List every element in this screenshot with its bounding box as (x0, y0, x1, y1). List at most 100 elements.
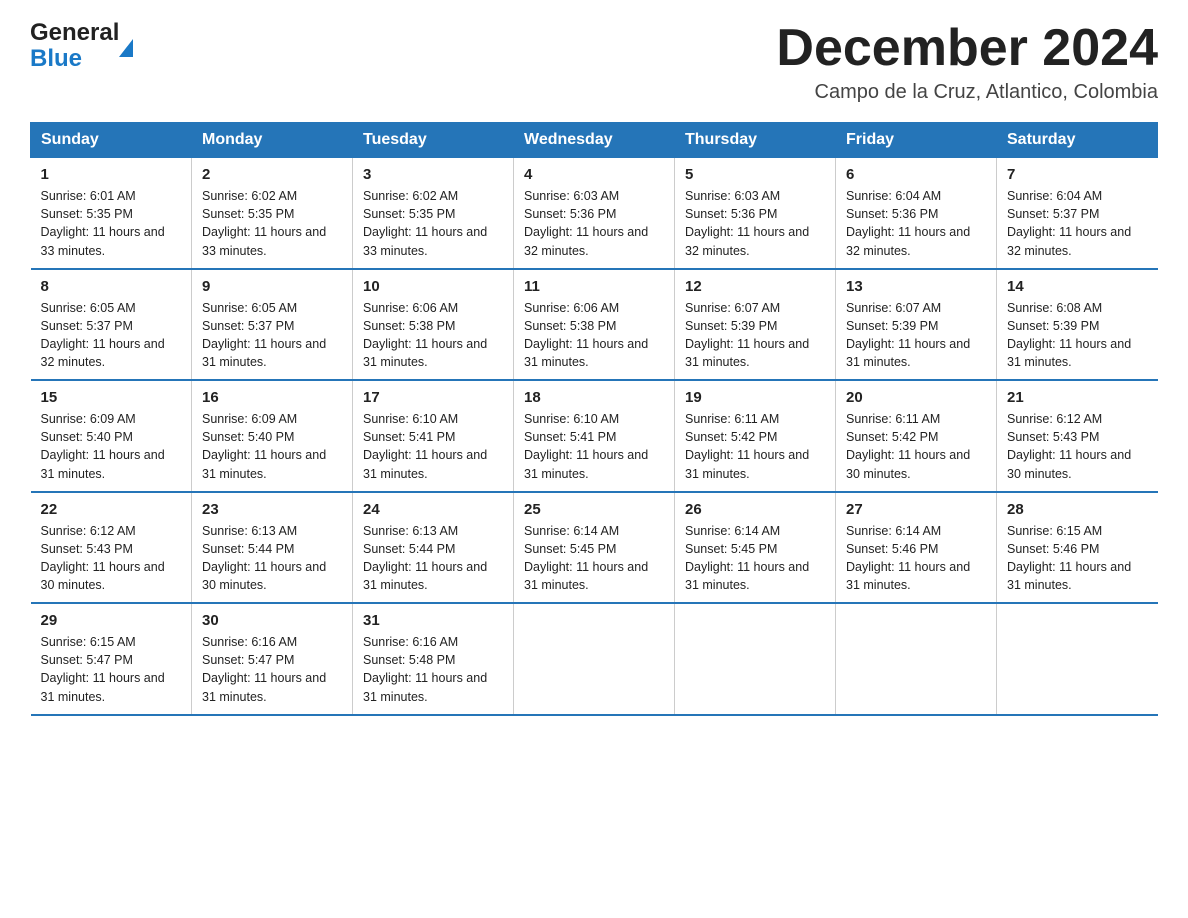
day-number: 26 (685, 501, 825, 518)
day-cell: 15Sunrise: 6:09 AMSunset: 5:40 PMDayligh… (31, 380, 192, 492)
day-cell: 18 Sunrise: 6:10 AMSunset: 5:41 PMDayligh… (514, 380, 675, 492)
week-row-1: 1 Sunrise: 6:01 AMSunset: 5:35 PMDaylight… (31, 158, 1158, 269)
location-title: Campo de la Cruz, Atlantico, Colombia (776, 81, 1158, 104)
day-cell: 26 Sunrise: 6:14 AMSunset: 5:45 PMDayligh… (675, 492, 836, 604)
day-cell: 3 Sunrise: 6:02 AMSunset: 5:35 PMDaylight… (353, 158, 514, 269)
day-number: 14 (1007, 278, 1148, 295)
day-cell: 23Sunrise: 6:13 AMSunset: 5:44 PMDayligh… (192, 492, 353, 604)
week-row-3: 15Sunrise: 6:09 AMSunset: 5:40 PMDayligh… (31, 380, 1158, 492)
day-cell (836, 603, 997, 715)
day-number: 1 (41, 166, 182, 183)
day-info: Sunrise: 6:15 AMSunset: 5:46 PMDaylight:… (1007, 522, 1148, 595)
day-info: Sunrise: 6:07 AMSunset: 5:39 PMDaylight:… (685, 299, 825, 372)
header-day-saturday: Saturday (997, 123, 1158, 158)
day-number: 16 (202, 389, 342, 406)
day-number: 7 (1007, 166, 1148, 183)
day-info: Sunrise: 6:11 AMSunset: 5:42 PMDaylight:… (846, 410, 986, 483)
day-number: 8 (41, 278, 182, 295)
calendar-header: SundayMondayTuesdayWednesdayThursdayFrid… (31, 123, 1158, 158)
logo: General Blue (30, 20, 133, 73)
week-row-2: 8 Sunrise: 6:05 AMSunset: 5:37 PMDaylight… (31, 269, 1158, 381)
header-day-wednesday: Wednesday (514, 123, 675, 158)
day-info: Sunrise: 6:05 AMSunset: 5:37 PMDaylight:… (41, 299, 182, 372)
day-cell: 7 Sunrise: 6:04 AMSunset: 5:37 PMDaylight… (997, 158, 1158, 269)
day-info: Sunrise: 6:05 AMSunset: 5:37 PMDaylight:… (202, 299, 342, 372)
day-cell: 6 Sunrise: 6:04 AMSunset: 5:36 PMDaylight… (836, 158, 997, 269)
day-cell: 22 Sunrise: 6:12 AMSunset: 5:43 PMDayligh… (31, 492, 192, 604)
logo-blue: Blue (30, 46, 119, 72)
day-cell (675, 603, 836, 715)
day-number: 4 (524, 166, 664, 183)
day-number: 12 (685, 278, 825, 295)
day-number: 18 (524, 389, 664, 406)
header-day-monday: Monday (192, 123, 353, 158)
day-cell: 20 Sunrise: 6:11 AMSunset: 5:42 PMDayligh… (836, 380, 997, 492)
day-cell: 28 Sunrise: 6:15 AMSunset: 5:46 PMDayligh… (997, 492, 1158, 604)
day-info: Sunrise: 6:06 AMSunset: 5:38 PMDaylight:… (363, 299, 503, 372)
day-info: Sunrise: 6:14 AMSunset: 5:45 PMDaylight:… (685, 522, 825, 595)
day-cell: 25Sunrise: 6:14 AMSunset: 5:45 PMDayligh… (514, 492, 675, 604)
day-cell: 29 Sunrise: 6:15 AMSunset: 5:47 PMDayligh… (31, 603, 192, 715)
day-info: Sunrise: 6:10 AMSunset: 5:41 PMDaylight:… (363, 410, 503, 483)
day-cell: 24 Sunrise: 6:13 AMSunset: 5:44 PMDayligh… (353, 492, 514, 604)
day-info: Sunrise: 6:10 AMSunset: 5:41 PMDaylight:… (524, 410, 664, 483)
day-number: 23 (202, 501, 342, 518)
day-cell (514, 603, 675, 715)
day-info: Sunrise: 6:09 AMSunset: 5:40 PMDaylight:… (202, 410, 342, 483)
day-cell: 8 Sunrise: 6:05 AMSunset: 5:37 PMDaylight… (31, 269, 192, 381)
day-info: Sunrise: 6:01 AMSunset: 5:35 PMDaylight:… (41, 187, 182, 260)
header-day-sunday: Sunday (31, 123, 192, 158)
day-cell: 1 Sunrise: 6:01 AMSunset: 5:35 PMDaylight… (31, 158, 192, 269)
day-info: Sunrise: 6:04 AMSunset: 5:36 PMDaylight:… (846, 187, 986, 260)
day-info: Sunrise: 6:12 AMSunset: 5:43 PMDaylight:… (41, 522, 182, 595)
calendar-table: SundayMondayTuesdayWednesdayThursdayFrid… (30, 122, 1158, 716)
day-number: 30 (202, 612, 342, 629)
day-cell: 13Sunrise: 6:07 AMSunset: 5:39 PMDayligh… (836, 269, 997, 381)
day-info: Sunrise: 6:16 AMSunset: 5:47 PMDaylight:… (202, 633, 342, 706)
day-info: Sunrise: 6:15 AMSunset: 5:47 PMDaylight:… (41, 633, 182, 706)
day-info: Sunrise: 6:02 AMSunset: 5:35 PMDaylight:… (363, 187, 503, 260)
header-day-thursday: Thursday (675, 123, 836, 158)
day-info: Sunrise: 6:11 AMSunset: 5:42 PMDaylight:… (685, 410, 825, 483)
day-cell: 4Sunrise: 6:03 AMSunset: 5:36 PMDaylight… (514, 158, 675, 269)
day-cell: 30 Sunrise: 6:16 AMSunset: 5:47 PMDayligh… (192, 603, 353, 715)
week-row-4: 22 Sunrise: 6:12 AMSunset: 5:43 PMDayligh… (31, 492, 1158, 604)
week-row-5: 29 Sunrise: 6:15 AMSunset: 5:47 PMDayligh… (31, 603, 1158, 715)
day-info: Sunrise: 6:04 AMSunset: 5:37 PMDaylight:… (1007, 187, 1148, 260)
header-day-friday: Friday (836, 123, 997, 158)
day-info: Sunrise: 6:13 AMSunset: 5:44 PMDaylight:… (363, 522, 503, 595)
day-number: 10 (363, 278, 503, 295)
day-cell: 11 Sunrise: 6:06 AMSunset: 5:38 PMDayligh… (514, 269, 675, 381)
day-number: 3 (363, 166, 503, 183)
day-number: 31 (363, 612, 503, 629)
day-cell: 31 Sunrise: 6:16 AMSunset: 5:48 PMDayligh… (353, 603, 514, 715)
logo-general: General (30, 20, 119, 46)
day-cell: 12 Sunrise: 6:07 AMSunset: 5:39 PMDayligh… (675, 269, 836, 381)
day-cell: 14 Sunrise: 6:08 AMSunset: 5:39 PMDayligh… (997, 269, 1158, 381)
day-info: Sunrise: 6:08 AMSunset: 5:39 PMDaylight:… (1007, 299, 1148, 372)
calendar-body: 1 Sunrise: 6:01 AMSunset: 5:35 PMDaylight… (31, 158, 1158, 715)
day-number: 24 (363, 501, 503, 518)
day-number: 21 (1007, 389, 1148, 406)
day-number: 20 (846, 389, 986, 406)
day-cell: 9 Sunrise: 6:05 AMSunset: 5:37 PMDaylight… (192, 269, 353, 381)
day-number: 11 (524, 278, 664, 295)
day-number: 9 (202, 278, 342, 295)
day-cell: 19 Sunrise: 6:11 AMSunset: 5:42 PMDayligh… (675, 380, 836, 492)
day-number: 28 (1007, 501, 1148, 518)
day-info: Sunrise: 6:03 AMSunset: 5:36 PMDaylight:… (685, 187, 825, 260)
day-info: Sunrise: 6:06 AMSunset: 5:38 PMDaylight:… (524, 299, 664, 372)
day-number: 22 (41, 501, 182, 518)
logo-triangle-container (119, 35, 133, 57)
day-number: 27 (846, 501, 986, 518)
page-header: General Blue December 2024 Campo de la C… (30, 20, 1158, 104)
day-number: 29 (41, 612, 182, 629)
day-info: Sunrise: 6:12 AMSunset: 5:43 PMDaylight:… (1007, 410, 1148, 483)
day-number: 6 (846, 166, 986, 183)
day-info: Sunrise: 6:07 AMSunset: 5:39 PMDaylight:… (846, 299, 986, 372)
header-day-tuesday: Tuesday (353, 123, 514, 158)
day-number: 19 (685, 389, 825, 406)
logo-triangle-icon (119, 39, 133, 57)
day-cell: 5Sunrise: 6:03 AMSunset: 5:36 PMDaylight… (675, 158, 836, 269)
day-info: Sunrise: 6:16 AMSunset: 5:48 PMDaylight:… (363, 633, 503, 706)
